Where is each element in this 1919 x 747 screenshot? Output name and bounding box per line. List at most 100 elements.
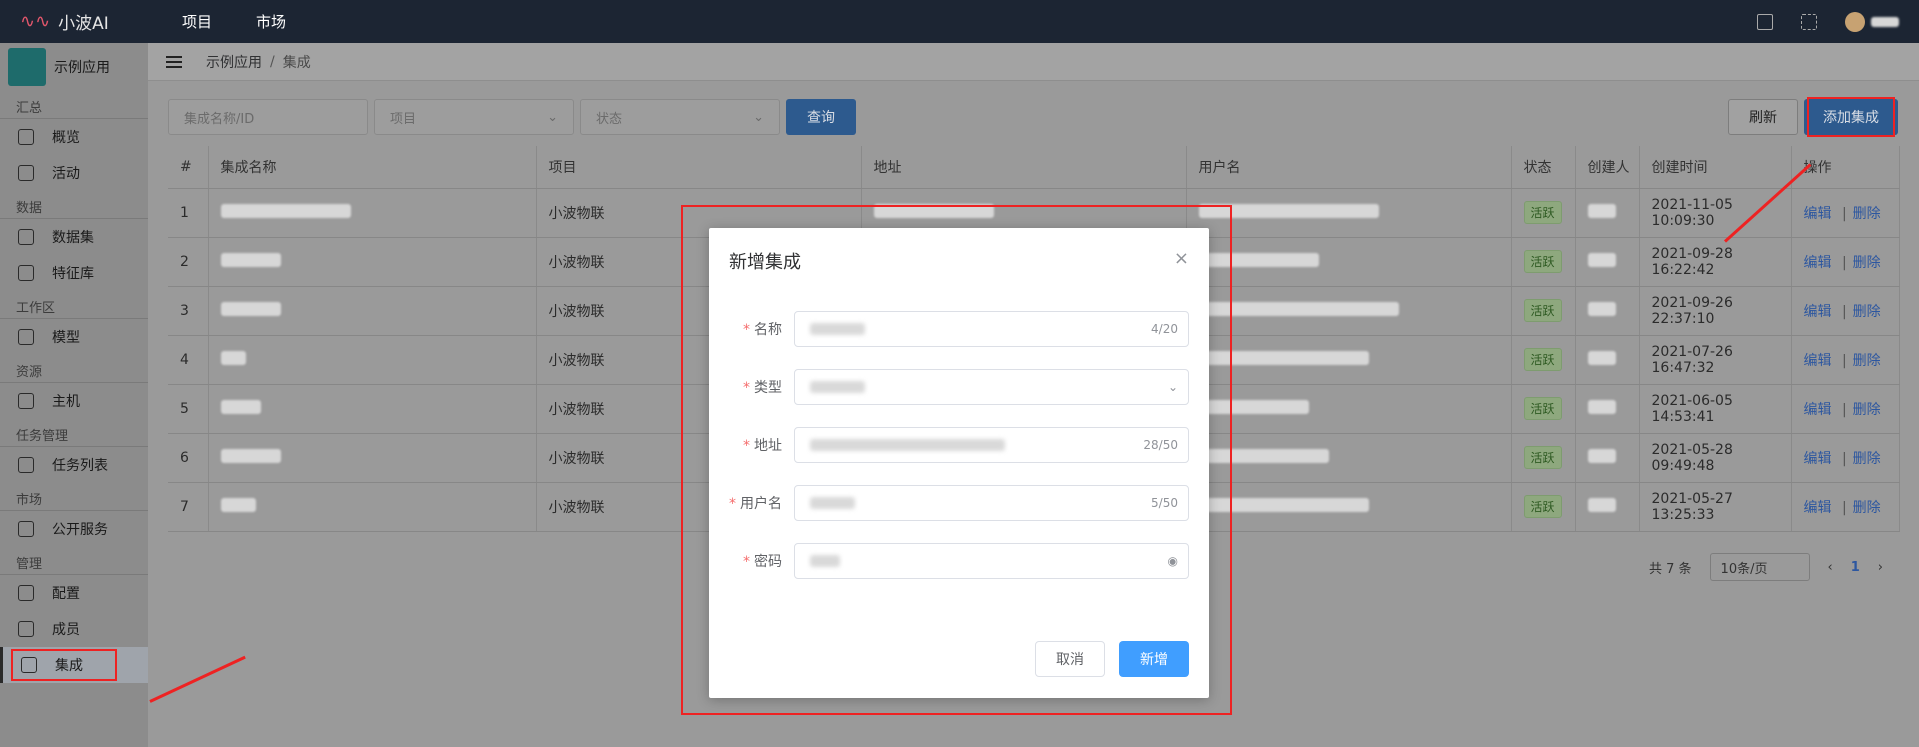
delete-link[interactable]: 删除 [1853,206,1881,222]
edit-link[interactable]: 编辑 [1804,206,1832,222]
row-number: 2 [168,237,209,287]
page-size-value: 10条/页 [1720,561,1768,577]
sidebar-item-overview[interactable]: 概览 [0,119,148,155]
breadcrumb-root[interactable]: 示例应用 [206,52,262,72]
password-input[interactable]: ◉ [794,543,1189,579]
status-badge: 活跃 [1523,495,1562,518]
status-badge: 活跃 [1523,446,1562,469]
name-input[interactable]: 4/20 [794,311,1189,347]
input-value-blurred [810,439,1005,451]
document-icon[interactable] [1757,13,1773,30]
edit-link[interactable]: 编辑 [1804,353,1832,369]
filter-bar: 集成名称/ID 项目 ⌄ 状态 ⌄ 查询 [168,99,856,135]
eye-icon[interactable]: ◉ [1168,554,1178,568]
status-cell: 活跃 [1511,286,1576,336]
edit-link[interactable]: 编辑 [1804,500,1832,516]
prev-page-icon[interactable]: ‹ [1828,560,1833,575]
sidebar-item-config[interactable]: 配置 [0,575,148,611]
col-header: 集成名称 [208,146,537,189]
edit-link[interactable]: 编辑 [1804,304,1832,320]
form-row-username: * 用户名 5/50 [709,485,1209,521]
sidebar-item-label: 公开服务 [52,522,108,538]
username-input[interactable]: 5/50 [794,485,1189,521]
actions-cell: 编辑 | 删除 [1791,286,1900,336]
delete-link[interactable]: 删除 [1853,353,1881,369]
refresh-button[interactable]: 刷新 [1728,99,1798,135]
actions-cell: 编辑 | 删除 [1791,384,1900,434]
edit-link[interactable]: 编辑 [1804,255,1832,271]
delete-link[interactable]: 删除 [1853,451,1881,467]
sidebar: 示例应用 汇总 概览 活动 数据 数据集 特征库 工作区 模型 资源 主机 任务… [0,43,148,747]
sidebar-item-members[interactable]: 成员 [0,611,148,647]
fullscreen-icon[interactable] [1801,13,1817,30]
form-row-name: * 名称 4/20 [709,311,1209,347]
close-icon[interactable]: × [1174,248,1189,269]
user-menu[interactable] [1845,11,1899,32]
status-select-placeholder: 状态 [596,111,623,127]
status-cell: 活跃 [1511,433,1576,483]
brand-logo[interactable]: ∿∿ 小波AI [20,9,140,34]
col-header: 创建人 [1575,146,1640,189]
row-number: 4 [168,335,209,385]
sidebar-item-hosts[interactable]: 主机 [0,383,148,419]
status-select[interactable]: 状态 ⌄ [580,99,780,135]
sidebar-item-activity[interactable]: 活动 [0,155,148,191]
integration-name-cell [208,188,537,238]
sidebar-item-label: 数据集 [52,230,94,246]
group-resources: 资源 [0,355,148,383]
field-label-text: 类型 [754,380,782,396]
submit-button[interactable]: 新增 [1119,641,1189,677]
creator-cell [1575,384,1640,434]
required-mark: * [729,496,736,512]
nav-item-projects[interactable]: 项目 [160,11,234,32]
wave-logo-icon: ∿∿ [20,11,51,32]
group-admin: 管理 [0,547,148,575]
next-page-icon[interactable]: › [1878,560,1883,575]
page-size-select[interactable]: 10条/页 [1709,553,1810,581]
delete-link[interactable]: 删除 [1853,304,1881,320]
avatar [1845,11,1865,32]
top-right-tools [1757,0,1899,43]
integration-name-cell [208,237,537,287]
actions-cell: 编辑 | 删除 [1791,237,1900,287]
row-number: 7 [168,482,209,532]
sidebar-item-public-services[interactable]: 公开服务 [0,511,148,547]
sidebar-item-task-list[interactable]: 任务列表 [0,447,148,483]
project-select-placeholder: 项目 [390,111,417,127]
name-blurred [220,203,351,218]
char-count: 28/50 [1143,438,1178,452]
delete-link[interactable]: 删除 [1853,402,1881,418]
char-count: 4/20 [1151,322,1178,336]
query-button[interactable]: 查询 [786,99,856,135]
delete-link[interactable]: 删除 [1853,500,1881,516]
sidebar-item-label: 概览 [52,130,80,146]
sidebar-item-models[interactable]: 模型 [0,319,148,355]
sidebar-item-datasets[interactable]: 数据集 [0,219,148,255]
edit-link[interactable]: 编辑 [1804,451,1832,467]
page-number[interactable]: 1 [1851,560,1860,575]
delete-link[interactable]: 删除 [1853,255,1881,271]
sidebar-item-features[interactable]: 特征库 [0,255,148,291]
type-select[interactable]: ⌄ [794,369,1189,405]
creator-blurred [1587,399,1616,414]
input-value-blurred [810,497,855,509]
address-input[interactable]: 28/50 [794,427,1189,463]
nav-item-market[interactable]: 市场 [234,11,308,32]
cancel-button[interactable]: 取消 [1035,641,1105,677]
action-separator: | [1841,303,1847,320]
action-separator: | [1841,205,1847,222]
app-header[interactable]: 示例应用 [0,43,148,91]
breadcrumb: 示例应用 / 集成 [148,43,1919,81]
edit-link[interactable]: 编辑 [1804,402,1832,418]
col-header: 项目 [536,146,862,189]
form-row-type: * 类型 ⌄ [709,369,1209,405]
char-count: 5/50 [1151,496,1178,510]
model-icon [18,329,34,345]
name-filter-input[interactable]: 集成名称/ID [168,99,368,135]
created-time-cell: 2021-09-28 16:22:42 [1639,237,1792,287]
menu-toggle-icon[interactable] [166,55,182,68]
dialog-title: 新增集成 [729,252,801,273]
project-select[interactable]: 项目 ⌄ [374,99,574,135]
sidebar-item-integration[interactable]: 集成 [0,647,148,683]
created-time-cell: 2021-05-27 13:25:33 [1639,482,1792,532]
